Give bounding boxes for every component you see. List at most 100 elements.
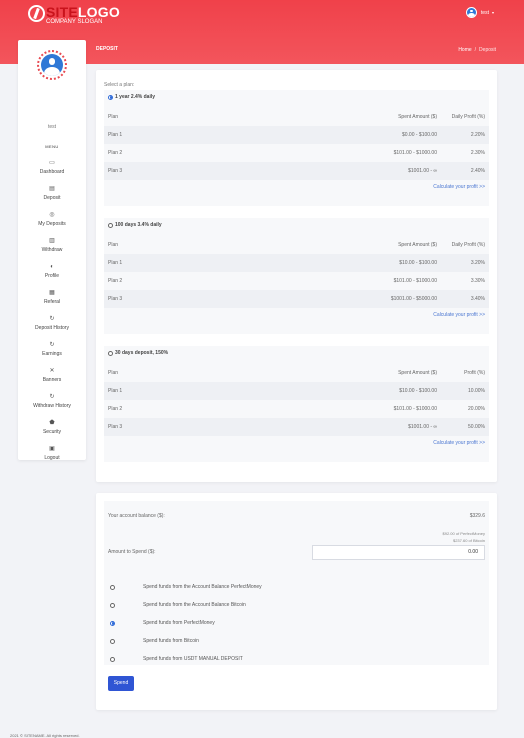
plan-title: 1 year 2.4% daily [115,94,156,100]
plan-table: Plan Spent Amount ($) Daily Profit (%) Plan… [104,108,489,180]
table-cell: 2.20% [470,132,485,138]
table-row: Plan 2 $101.00 - $1000.00 20.00% [104,400,489,418]
payment-option[interactable]: Spend funds from Bitcoin [110,638,199,644]
sidebar-item-label: Withdraw [41,247,63,253]
user-menu[interactable]: test ▾ [465,7,494,18]
plan-radio[interactable] [108,94,113,100]
balance-bitcoin: $237.60 of Bitcoin [452,538,485,543]
profile-icon: ◐ [50,264,54,270]
table-cell: $1001.00 - ∞ [408,168,437,174]
calculate-profit-link[interactable]: Calculate your profit >> [433,184,485,190]
payment-radio[interactable] [110,656,115,662]
plan-radio[interactable] [108,222,113,228]
amount-input[interactable]: 0.00 [312,545,485,560]
breadcrumb: Home / Deposit [458,47,496,53]
sidebar-item-label: Referal [43,299,61,305]
plan-table: Plan Spent Amount ($) Profit (%) Plan 1 $10.… [104,364,489,436]
sidebar-item-deposit-history[interactable]: ↻ Deposit History [18,316,86,332]
sidebar-item-label: Profile [44,273,60,279]
sidebar-item-referal[interactable]: ▦ Referal [18,290,86,306]
table-header-row: Plan Spent Amount ($) Profit (%) [104,364,489,382]
payment-option[interactable]: Spend funds from PerfectMoney [110,620,215,626]
select-plan-label: Select a plan: [104,82,135,88]
column-header: Spent Amount ($) [398,114,437,120]
table-cell: $1001.00 - ∞ [408,424,437,430]
user-menu-name: test [480,9,489,16]
sidebar-item-withdraw[interactable]: ▥ Withdraw [18,238,86,254]
sidebar: test MENU ▭ Dashboard ▤ Deposit ◎ My Deposits… [18,40,86,462]
sidebar-item-label: Deposit [43,195,61,201]
plan-group: 1 year 2.4% daily Plan Spent Amount ($) Dai… [104,90,489,206]
sidebar-item-label: Security [42,429,62,435]
plan-option[interactable]: 100 days 3.4% daily [108,222,162,228]
payment-radio[interactable] [110,620,115,626]
sidebar-item-label: My Deposits [38,221,66,227]
column-header: Plan [108,370,119,376]
table-cell: Plan 1 [108,388,123,394]
plan-group: 30 days deposit, 150% Plan Spent Amount ($… [104,346,489,462]
plan-option[interactable]: 1 year 2.4% daily [108,94,155,100]
breadcrumb-current: Deposit [479,47,496,53]
table-header-row: Plan Spent Amount ($) Daily Profit (%) [104,236,489,254]
payment-radio[interactable] [110,638,115,644]
table-cell: $10.00 - $100.00 [399,388,437,394]
payment-option[interactable]: Spend funds from USDT MANUAL DEPOSIT [110,656,243,662]
plan-group: 100 days 3.4% daily Plan Spent Amount ($) D… [104,218,489,334]
sidebar-item-label: Earnings [42,351,62,357]
column-header: Profit (%) [464,370,485,376]
sidebar-item-logout[interactable]: ▣ Logout [18,446,86,462]
spend-button[interactable]: Spend [108,676,134,691]
sidebar-item-earnings[interactable]: ↻ Earnings [18,342,86,358]
sidebar-item-label: Withdraw History [33,403,71,409]
sidebar-item-banners[interactable]: ✕ Banners [18,368,86,384]
plan-option[interactable]: 30 days deposit, 150% [108,350,168,356]
table-cell: Plan 2 [108,278,123,284]
sidebar-item-profile[interactable]: ◐ Profile [18,264,86,280]
amount-label: Amount to Spend ($): [108,549,156,555]
deposit-icon: ▤ [49,186,55,192]
sidebar-item-security[interactable]: ⬟ Security [18,420,86,436]
sidebar-item-withdraw-history[interactable]: ↻ Withdraw History [18,394,86,410]
table-cell: Plan 1 [108,132,123,138]
calculate-profit-link[interactable]: Calculate your profit >> [433,440,485,446]
table-cell: Plan 2 [108,150,123,156]
payment-option-label: Spend funds from PerfectMoney [143,620,215,626]
logo-mark-icon [28,5,45,22]
table-cell: Plan 3 [108,296,123,302]
page-title: DEPOSIT [96,46,118,52]
table-cell: Plan 3 [108,168,123,174]
chevron-down-icon: ▾ [491,10,494,15]
avatar [37,50,67,80]
sidebar-item-label: Dashboard [39,169,65,175]
logo-slogan: COMPANY SLOGAN [46,19,103,25]
sidebar-item-my-deposits[interactable]: ◎ My Deposits [18,212,86,228]
payment-radio[interactable] [110,602,115,608]
sidebar-item-deposit[interactable]: ▤ Deposit [18,186,86,202]
coins-icon: ◎ [49,212,55,218]
sidebar-item-dashboard[interactable]: ▭ Dashboard [18,160,86,176]
withdraw-history-icon: ↻ [49,394,55,400]
table-cell: $10.00 - $100.00 [399,260,437,266]
sidebar-item-label: Deposit History [35,325,69,331]
table-cell: Plan 3 [108,424,123,430]
table-row: Plan 3 $1001.00 - ∞ 2.40% [104,162,489,180]
table-row: Plan 1 $0.00 - $100.00 2.20% [104,126,489,144]
table-cell: 50.00% [468,424,485,430]
tools-icon: ✕ [49,368,55,374]
table-row: Plan 3 $1001.00 - ∞ 50.00% [104,418,489,436]
site-logo[interactable]: SITELOGO COMPANY SLOGAN [28,5,120,26]
payment-radio[interactable] [110,584,115,590]
table-row: Plan 3 $1001.00 - $5000.00 3.40% [104,290,489,308]
calendar-icon: ▦ [49,290,55,296]
payment-option-label: Spend funds from the Account Balance Bit… [143,602,246,608]
column-header: Spent Amount ($) [398,370,437,376]
breadcrumb-home[interactable]: Home [458,47,471,53]
payment-option[interactable]: Spend funds from the Account Balance Bit… [110,602,246,608]
spend-card: Your account balance ($): $329.6 $92.00 … [96,493,497,710]
payment-option[interactable]: Spend funds from the Account Balance Per… [110,584,262,590]
logout-icon: ▣ [49,446,55,452]
plan-radio[interactable] [108,350,113,356]
calculate-profit-link[interactable]: Calculate your profit >> [433,312,485,318]
history-icon: ↻ [49,316,55,322]
column-header: Daily Profit (%) [451,114,485,120]
